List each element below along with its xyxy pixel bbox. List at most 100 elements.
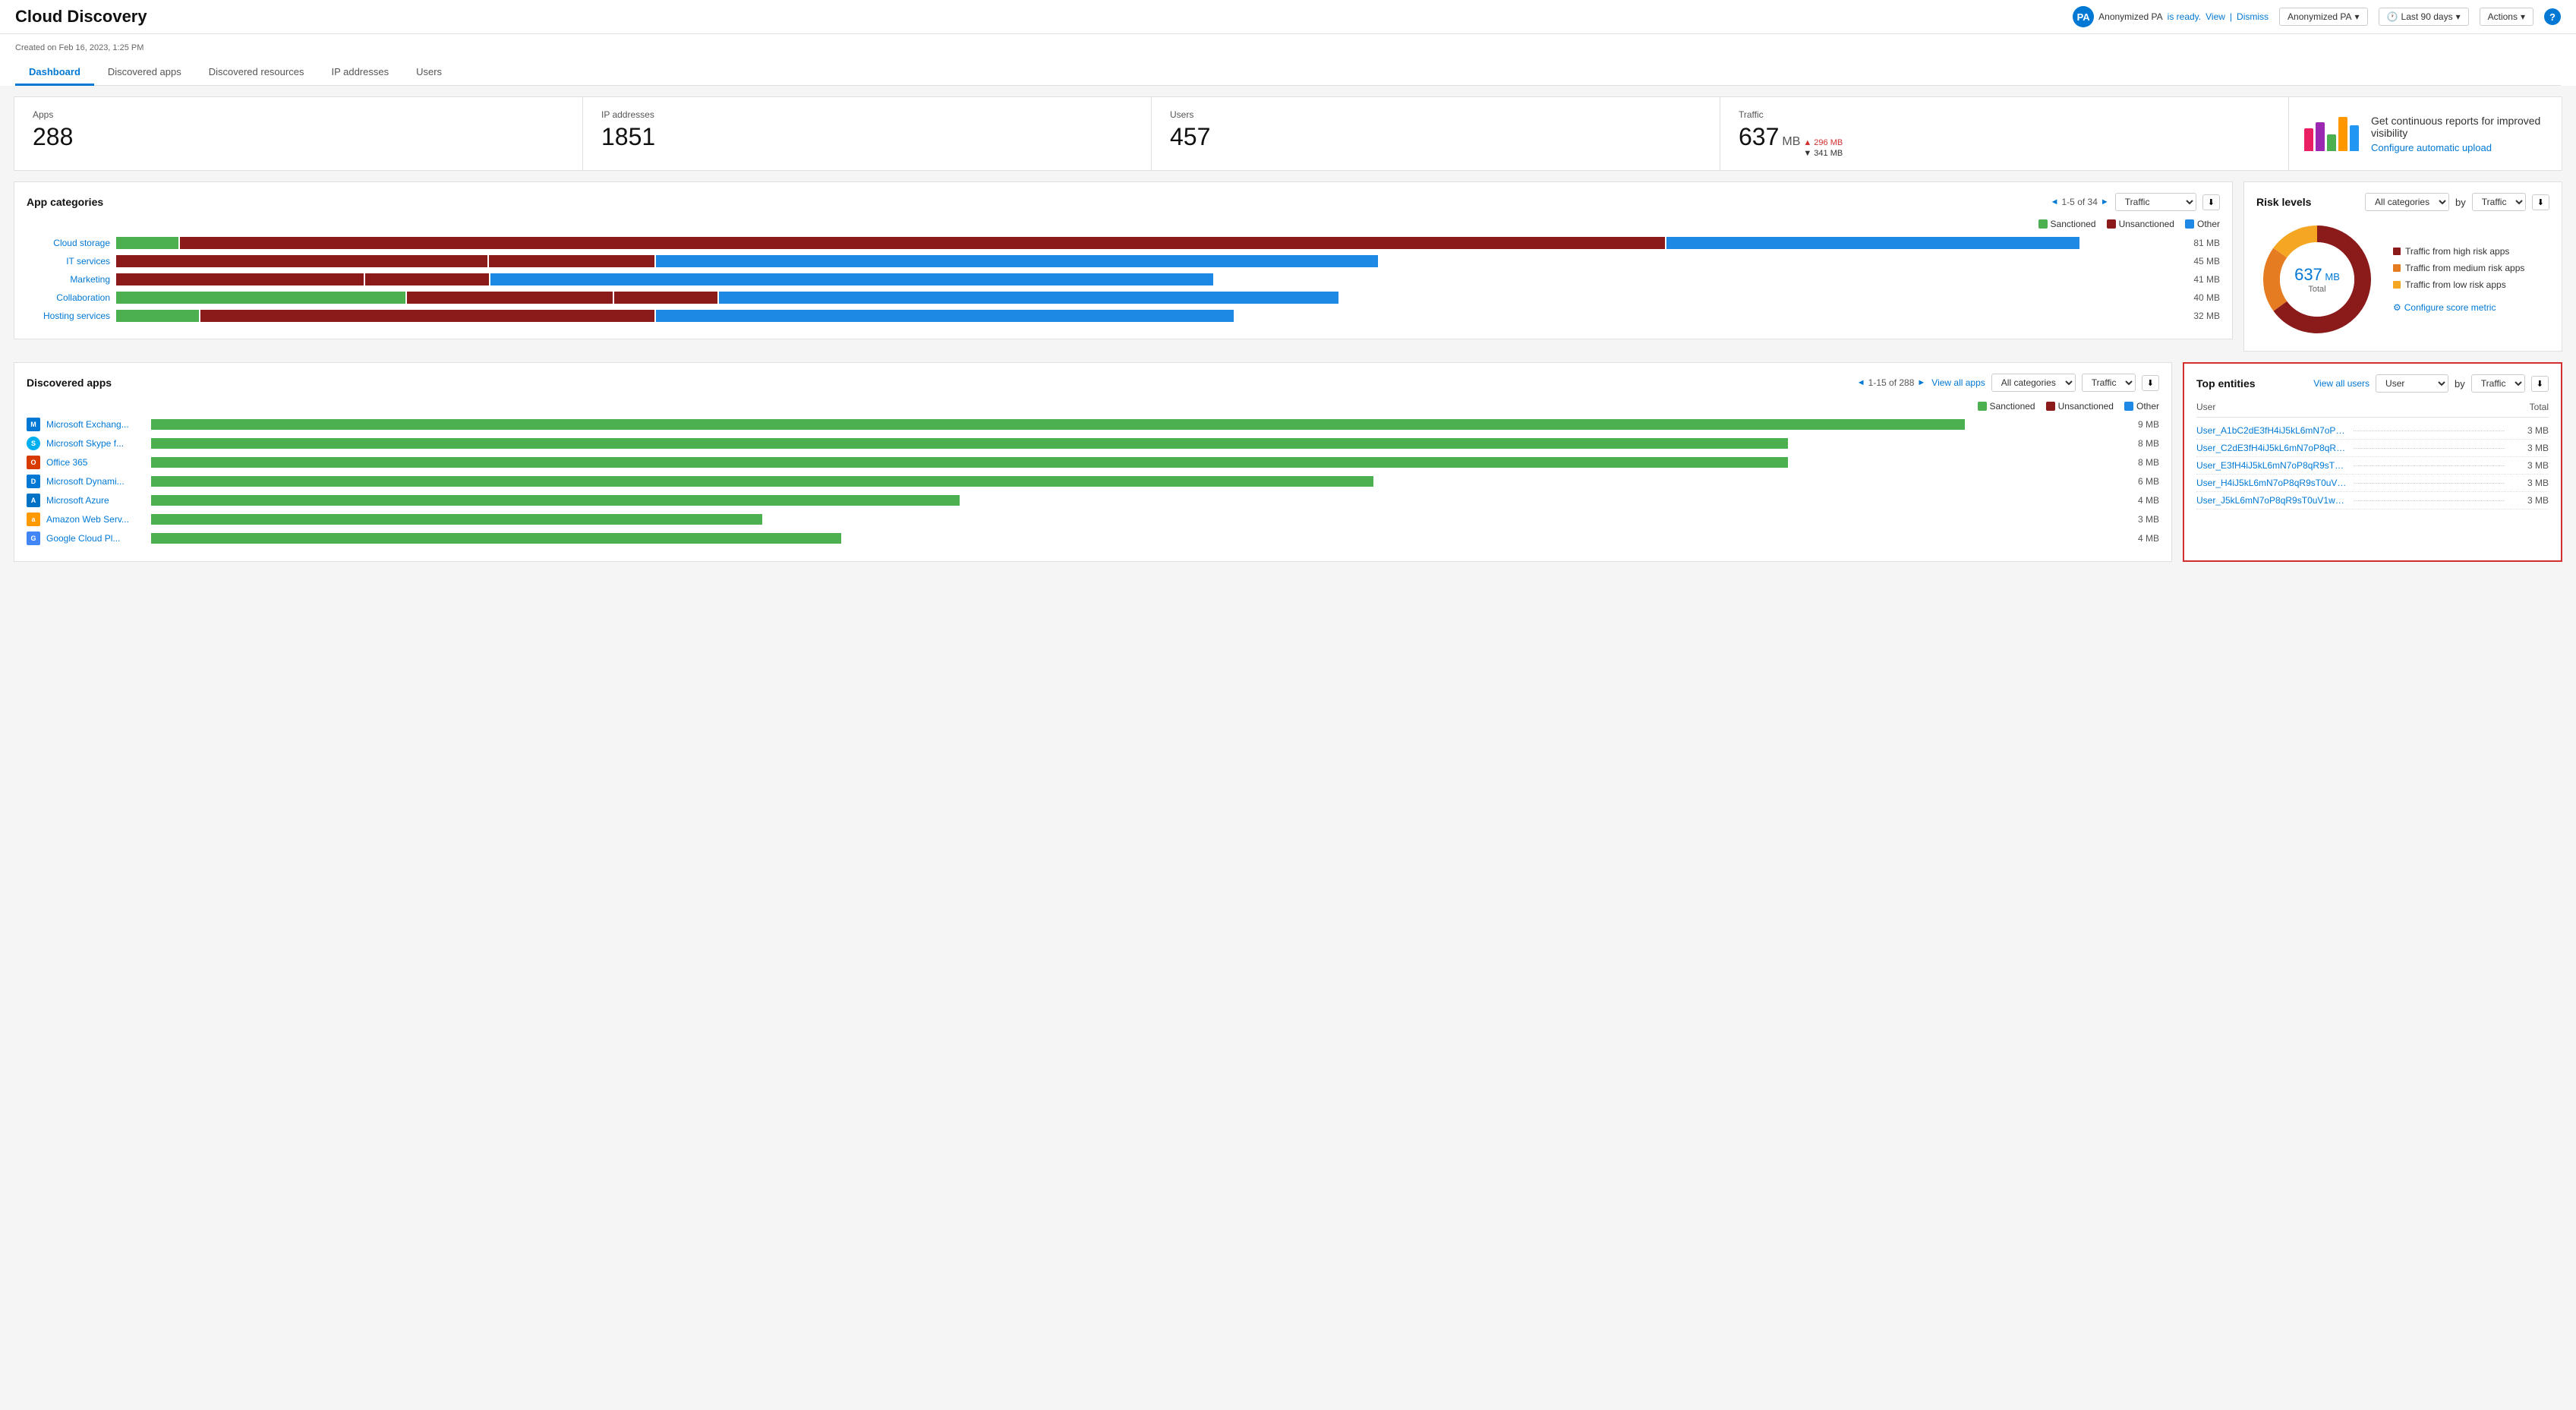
pagination-text: 1-5 of 34 (2062, 197, 2098, 207)
list-item: MMicrosoft Exchang...9 MB (27, 418, 2159, 431)
app-category-label[interactable]: IT services (27, 256, 110, 267)
app-category-bar-container (116, 292, 2180, 304)
top-entities-header: Top entities View all users User IP addr… (2196, 374, 2549, 393)
view-all-users-link[interactable]: View all users (2313, 378, 2369, 389)
view-all-apps-link[interactable]: View all apps (1931, 377, 1985, 388)
bar-segment-2 (1666, 237, 2079, 249)
stats-traffic-value: 637 (1739, 123, 1779, 151)
tab-ip-addresses[interactable]: IP addresses (317, 60, 402, 86)
entity-name[interactable]: User_H4iJ5kL6mN7oP8qR9sT0uV1wX2yZ3a (2196, 478, 2347, 488)
app-category-row: Cloud storage81 MB (27, 237, 2220, 249)
bar-segment-1 (407, 292, 613, 304)
sub-header: Created on Feb 16, 2023, 1:25 PM Dashboa… (0, 34, 2576, 86)
app-category-value: 32 MB (2186, 311, 2220, 321)
tab-users[interactable]: Users (402, 60, 456, 86)
discovered-prev-icon[interactable]: ◄ (1857, 378, 1865, 387)
banner-configure-link[interactable]: Configure automatic upload (2371, 142, 2492, 153)
top-entities-metric-select[interactable]: Traffic (2471, 374, 2525, 393)
da-legend-unsanctioned-label: Unsanctioned (2058, 401, 2114, 412)
legend-other-box (2185, 219, 2194, 229)
app-category-label[interactable]: Collaboration (27, 292, 110, 303)
discovered-metric-select[interactable]: Traffic (2082, 374, 2136, 392)
stats-apps-card: Apps 288 (14, 96, 583, 171)
app-name-label[interactable]: Microsoft Skype f... (46, 438, 145, 449)
help-button[interactable]: ? (2544, 8, 2561, 25)
bar-segment-0 (116, 255, 487, 267)
app-category-value: 41 MB (2186, 274, 2220, 285)
entity-name[interactable]: User_E3fH4iJ5kL6mN7oP8qR9sT0uV1wX2y (2196, 460, 2347, 471)
app-name-label[interactable]: Microsoft Dynami... (46, 476, 145, 487)
bar-segment-2 (614, 292, 717, 304)
risk-levels-by-label: by (2455, 197, 2466, 208)
entity-name[interactable]: User_A1bC2dE3fH4iJ5kL6mN7oP8qR9sT0u (2196, 425, 2347, 436)
pagination-prev-icon[interactable]: ◄ (2051, 197, 2059, 207)
risk-levels-controls: All categories by Traffic Users ⬇ (2365, 193, 2549, 211)
notification-separator: | (2230, 11, 2232, 22)
risk-levels-download-button[interactable]: ⬇ (2532, 194, 2549, 210)
bar-segment-0 (116, 292, 405, 304)
app-name-label[interactable]: Office 365 (46, 457, 145, 468)
notification-ready: is ready. (2168, 11, 2201, 22)
tab-discovered-resources[interactable]: Discovered resources (195, 60, 318, 86)
entity-name[interactable]: User_J5kL6mN7oP8qR9sT0uV1wX2yZ3aB4c (2196, 495, 2347, 506)
discovered-apps-download-button[interactable]: ⬇ (2142, 375, 2159, 391)
app-name-label[interactable]: Google Cloud Pl... (46, 533, 145, 544)
account-dropdown[interactable]: Anonymized PA ▾ (2279, 8, 2368, 26)
stats-apps-value: 288 (33, 123, 564, 151)
app-categories-metric-select[interactable]: Traffic Users Transactions (2115, 193, 2196, 211)
top-entities-download-button[interactable]: ⬇ (2531, 376, 2549, 392)
bar-segment-1 (180, 237, 1666, 249)
entity-dots (2354, 500, 2505, 501)
stats-traffic-sub: ▲ 296 MB ▼ 341 MB (1803, 138, 1843, 158)
actions-chevron-icon: ▾ (2521, 11, 2525, 22)
app-categories-header: App categories ◄ 1-5 of 34 ► Traffic Use… (27, 193, 2220, 211)
nav-tabs: Dashboard Discovered apps Discovered res… (15, 60, 2561, 86)
risk-dot-medium (2393, 264, 2401, 272)
app-bar-container (151, 533, 2123, 544)
notification-view-link[interactable]: View (2206, 11, 2225, 22)
time-range-dropdown[interactable]: 🕐 Last 90 days ▾ (2379, 8, 2469, 26)
app-icon: D (27, 475, 40, 488)
da-legend-unsanctioned: Unsanctioned (2046, 401, 2114, 412)
app-category-label[interactable]: Hosting services (27, 311, 110, 321)
app-categories-download-button[interactable]: ⬇ (2202, 194, 2220, 210)
app-icon: A (27, 494, 40, 507)
entity-name[interactable]: User_C2dE3fH4iJ5kL6mN7oP8qR9sT0uV1w (2196, 443, 2347, 453)
page-title: Cloud Discovery (15, 7, 147, 27)
configure-score-link[interactable]: ⚙ Configure score metric (2393, 302, 2524, 313)
app-name-label[interactable]: Amazon Web Serv... (46, 514, 145, 525)
donut-value: 637 (2294, 265, 2322, 284)
entity-total: 3 MB (2511, 478, 2549, 488)
app-name-label[interactable]: Microsoft Exchang... (46, 419, 145, 430)
entities-table-header: User Total (2196, 402, 2549, 418)
pagination-next-icon[interactable]: ► (2101, 197, 2109, 207)
app-bar-container (151, 476, 2123, 487)
stats-traffic-up: ▲ 296 MB (1803, 138, 1843, 147)
app-category-label[interactable]: Cloud storage (27, 238, 110, 248)
da-legend-sanctioned-label: Sanctioned (1990, 401, 2035, 412)
app-bar-segment (151, 476, 1373, 487)
top-entities-type-select[interactable]: User IP address (2376, 374, 2448, 393)
stats-traffic-up-value: 296 MB (1814, 138, 1843, 147)
discovered-category-select[interactable]: All categories (1991, 374, 2076, 392)
bar-segment-2 (490, 273, 1212, 285)
bar-segment-0 (116, 273, 364, 285)
notification-dismiss-link[interactable]: Dismiss (2237, 11, 2269, 22)
actions-dropdown[interactable]: Actions ▾ (2480, 8, 2533, 26)
donut-center: 637 MB Total (2294, 265, 2340, 294)
legend-unsanctioned: Unsanctioned (2107, 219, 2174, 229)
app-name-label[interactable]: Microsoft Azure (46, 495, 145, 506)
tab-dashboard[interactable]: Dashboard (15, 60, 94, 86)
app-bar-container (151, 495, 2123, 506)
app-icon: O (27, 456, 40, 469)
tab-discovered-apps[interactable]: Discovered apps (94, 60, 195, 86)
donut-unit: MB (2325, 271, 2340, 282)
risk-levels-category-select[interactable]: All categories (2365, 193, 2449, 211)
app-category-label[interactable]: Marketing (27, 274, 110, 285)
discovered-next-icon[interactable]: ► (1917, 378, 1925, 387)
risk-levels-metric-select[interactable]: Traffic Users (2472, 193, 2526, 211)
stats-traffic-label: Traffic (1739, 109, 2270, 120)
stats-apps-label: Apps (33, 109, 564, 120)
app-bar-value: 4 MB (2129, 495, 2159, 506)
app-bar-container (151, 438, 2123, 449)
